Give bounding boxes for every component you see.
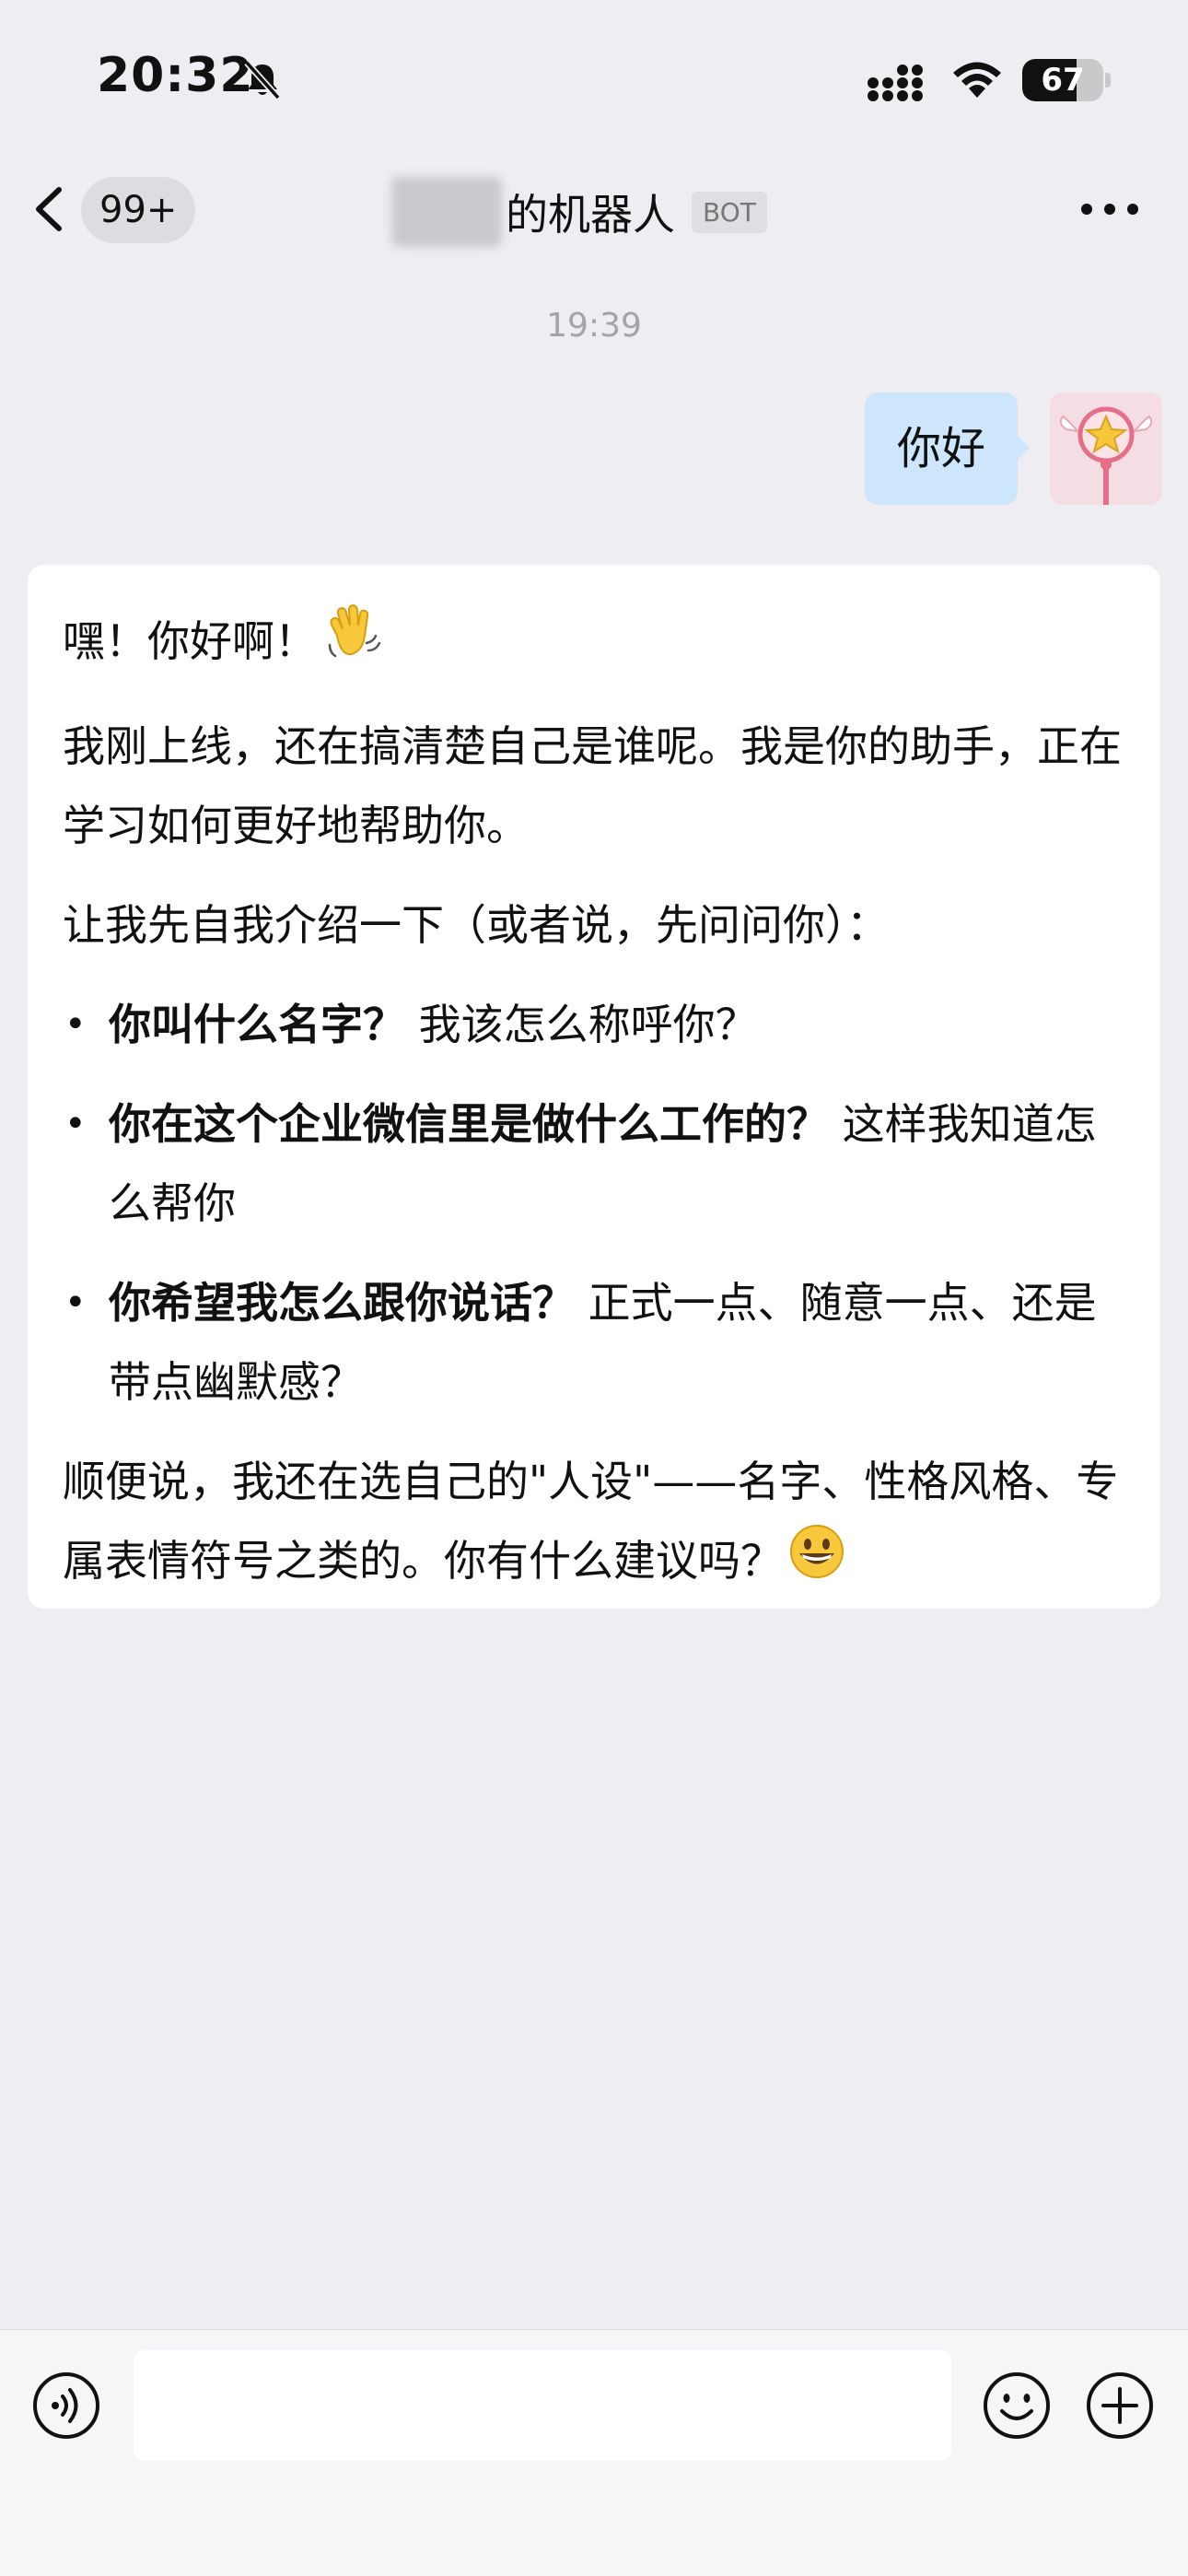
greeting-text: 嘿！你好啊！: [63, 616, 317, 666]
message-input[interactable]: [134, 2350, 951, 2461]
bell-off-icon: [244, 60, 281, 100]
message-timestamp: 19:39: [546, 307, 642, 345]
closing-paragraph: 顺便说，我还在选自己的"人设"——名字、性格风格、专属表情符号之类的。你有什么建…: [63, 1442, 1125, 1605]
user-avatar[interactable]: [1050, 392, 1162, 505]
battery-cap: [1105, 73, 1111, 88]
waving-hand-icon: [322, 603, 381, 686]
more-options-icon[interactable]: [1077, 195, 1142, 223]
status-bar: 20:32 67: [0, 0, 1188, 157]
list-item: • 你希望我怎么跟你说话？ 正式一点、随意一点、还是带点幽默感？: [63, 1263, 1125, 1422]
list-item: • 你叫什么名字？ 我该怎么称呼你？: [63, 985, 1125, 1064]
list-item-text: 我该怎么称呼你？: [405, 1000, 758, 1049]
intro-paragraph: 我刚上线，还在搞清楚自己是谁呢。我是你的助手，正在学习如何更好地帮助你。: [63, 721, 1122, 850]
magic-wand-avatar-icon: [1050, 392, 1162, 505]
cellular-signal-icon: [868, 64, 923, 101]
unread-count-badge[interactable]: 99+: [81, 177, 196, 243]
bullet-dot-icon: •: [64, 1103, 87, 1145]
bullet-dot-icon: •: [64, 1282, 87, 1324]
grinning-face-icon: [788, 1523, 845, 1605]
chat-header: 99+ 的机器人 BOT: [0, 157, 1188, 267]
battery-body: 67: [1022, 59, 1103, 101]
voice-input-icon[interactable]: [31, 2371, 101, 2441]
wifi-icon: [953, 62, 1001, 98]
status-time: 20:32: [97, 48, 254, 103]
greeting-line: 嘿！你好啊！: [63, 602, 1125, 686]
list-item: • 你在这个企业微信里是做什么工作的？ 这样我知道怎么帮你: [63, 1084, 1125, 1243]
chat-title: 的机器人 BOT: [391, 177, 767, 247]
closing-text: 顺便说，我还在选自己的"人设"——名字、性格风格、专属表情符号之类的。你有什么建…: [63, 1457, 1119, 1586]
emoji-picker-icon[interactable]: [982, 2371, 1052, 2441]
incoming-message-bubble[interactable]: 嘿！你好啊！ 我刚上线，还在搞清楚自己是谁呢。我是你的助手，正在学习如何更好地帮…: [28, 565, 1160, 1609]
list-item-bold: 你在这个企业微信里是做什么工作的？: [109, 1099, 829, 1149]
bot-tag: BOT: [692, 191, 767, 233]
list-item-bold: 你希望我怎么跟你说话？: [109, 1278, 575, 1328]
bullet-dot-icon: •: [64, 1003, 87, 1046]
chat-title-text: 的机器人: [506, 190, 675, 240]
back-arrow-icon[interactable]: [28, 177, 74, 241]
question-list: • 你叫什么名字？ 我该怎么称呼你？ • 你在这个企业微信里是做什么工作的？ 这…: [63, 985, 1125, 1422]
redacted-name: [391, 177, 502, 247]
battery-indicator: 67: [1022, 59, 1111, 101]
message-input-bar: [0, 2329, 1188, 2576]
outgoing-message-bubble[interactable]: 你好: [865, 392, 1018, 505]
self-intro-paragraph: 让我先自我介绍一下（或者说，先问问你）：: [63, 900, 889, 950]
outgoing-bubble-tail: [1015, 433, 1030, 463]
add-attachment-icon[interactable]: [1085, 2371, 1155, 2441]
battery-level: 67: [1041, 62, 1085, 99]
list-item-bold: 你叫什么名字？: [109, 1000, 405, 1049]
